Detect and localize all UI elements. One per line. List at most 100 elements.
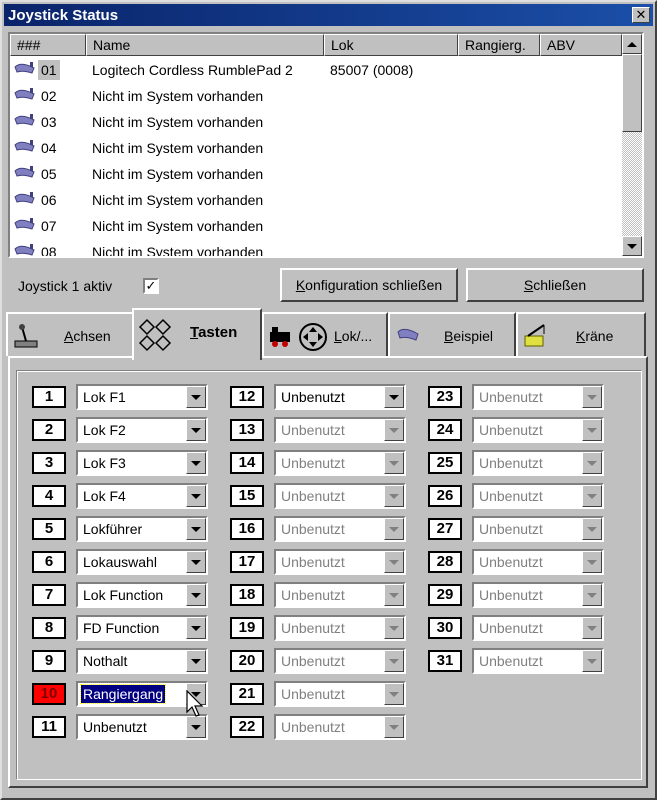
dropdown-button <box>384 716 404 738</box>
list-item[interactable]: 01 Logitech Cordless RumblePad 2 85007 (00… <box>10 56 622 82</box>
button-number-label: 11 <box>32 716 66 738</box>
chevron-down-icon <box>191 526 201 532</box>
button-number-label: 4 <box>32 485 66 507</box>
button-number-label: 27 <box>428 518 462 540</box>
button-action-select: Unbenutzt <box>274 417 406 443</box>
dropdown-button[interactable] <box>186 518 206 540</box>
button-action-select: Unbenutzt <box>274 549 406 575</box>
dropdown-button[interactable] <box>186 485 206 507</box>
tab-label-achsen: Achsen <box>64 328 111 344</box>
scroll-down-button[interactable] <box>622 236 642 256</box>
config-close-button[interactable]: Konfiguration schließen <box>280 268 458 302</box>
select-value: Nothalt <box>83 653 128 669</box>
button-action-select[interactable]: Lok F1 <box>76 384 208 410</box>
dropdown-button[interactable] <box>186 650 206 672</box>
list-item-number: 03 <box>41 114 57 130</box>
dropdown-button[interactable] <box>186 551 206 573</box>
chevron-down-icon <box>389 691 399 697</box>
arrow-up-icon <box>627 41 637 47</box>
button-number-label: 18 <box>230 584 264 606</box>
tab-kraene[interactable]: Kräne <box>516 312 646 356</box>
button-action-select: Unbenutzt <box>472 615 604 641</box>
joystick-axis-icon <box>14 324 38 348</box>
select-value: Unbenutzt <box>281 620 345 636</box>
joystick-icon <box>14 192 35 204</box>
list-item[interactable]: 03 Nicht im System vorhanden <box>10 108 622 134</box>
dropdown-button <box>384 485 404 507</box>
button-action-select: Unbenutzt <box>274 582 406 608</box>
button-action-select: Unbenutzt <box>274 714 406 740</box>
tab-achsen[interactable]: Achsen <box>6 312 134 356</box>
dropdown-button[interactable] <box>384 386 404 408</box>
select-value: Unbenutzt <box>281 488 345 504</box>
vertical-scrollbar[interactable] <box>622 34 642 256</box>
dropdown-button <box>582 452 602 474</box>
button-number-label: 14 <box>230 452 264 474</box>
column-header-number[interactable]: ### <box>10 34 86 56</box>
list-item-name: Nicht im System vorhanden <box>92 166 264 182</box>
select-value: Lok F1 <box>83 389 126 405</box>
dropdown-button[interactable] <box>186 386 206 408</box>
dropdown-button[interactable] <box>186 584 206 606</box>
button-action-select: Unbenutzt <box>472 483 604 509</box>
button-action-select: Unbenutzt <box>274 483 406 509</box>
button-action-select: Unbenutzt <box>274 615 406 641</box>
column-header-rangierg[interactable]: Rangierg. <box>458 34 540 56</box>
close-icon[interactable]: ✕ <box>632 7 650 23</box>
tab-beispiel[interactable]: Beispiel <box>388 312 516 356</box>
button-number-label: 30 <box>428 617 462 639</box>
list-item[interactable]: 05 Nicht im System vorhanden <box>10 160 622 186</box>
tab-lok[interactable]: Lok/... <box>262 312 388 356</box>
column-header-lok[interactable]: Lok <box>324 34 458 56</box>
tab-label-beispiel: Beispiel <box>444 328 494 344</box>
column-header-name[interactable]: Name <box>86 34 324 56</box>
tab-tasten[interactable]: Tasten <box>132 308 262 360</box>
select-value: Lok F4 <box>83 488 126 504</box>
chevron-down-icon <box>587 427 597 433</box>
joystick-list[interactable]: ### Name Lok Rangierg. ABV 01 Logitech Co… <box>8 32 644 258</box>
button-action-select[interactable]: Lokauswahl <box>76 549 208 575</box>
list-item[interactable]: 02 Nicht im System vorhanden <box>10 82 622 108</box>
select-value: Unbenutzt <box>479 653 543 669</box>
select-value: Lok Function <box>83 587 164 603</box>
button-action-select: Unbenutzt <box>274 648 406 674</box>
button-action-select[interactable]: Lokführer <box>76 516 208 542</box>
dropdown-button[interactable] <box>186 617 206 639</box>
chevron-down-icon <box>191 724 201 730</box>
button-action-select[interactable]: Lok F4 <box>76 483 208 509</box>
dropdown-button[interactable] <box>186 452 206 474</box>
button-action-select[interactable]: Nothalt <box>76 648 208 674</box>
chevron-down-icon <box>191 625 201 631</box>
chevron-down-icon <box>389 526 399 532</box>
dropdown-button <box>384 518 404 540</box>
list-item[interactable]: 07 Nicht im System vorhanden <box>10 212 622 238</box>
select-value: Unbenutzt <box>479 455 543 471</box>
joystick-active-checkbox[interactable]: ✓ <box>143 278 159 294</box>
dropdown-button[interactable] <box>186 419 206 441</box>
chevron-down-icon <box>587 625 597 631</box>
button-action-select[interactable]: Lok F3 <box>76 450 208 476</box>
scroll-up-button[interactable] <box>622 34 642 54</box>
button-action-select[interactable]: Unbenutzt <box>274 384 406 410</box>
button-number-label: 2 <box>32 419 66 441</box>
button-action-select[interactable]: Lok F2 <box>76 417 208 443</box>
close-button[interactable]: Schließen <box>466 268 644 302</box>
button-action-select[interactable]: Lok Function <box>76 582 208 608</box>
button-number-label: 25 <box>428 452 462 474</box>
column-header-abv[interactable]: ABV <box>540 34 622 56</box>
select-value: Lok F2 <box>83 422 126 438</box>
scroll-thumb[interactable] <box>622 54 642 132</box>
list-item-number: 01 <box>38 60 60 80</box>
chevron-down-icon <box>191 559 201 565</box>
dropdown-button[interactable] <box>186 716 206 738</box>
button-action-select[interactable]: FD Function <box>76 615 208 641</box>
dropdown-button <box>582 485 602 507</box>
list-item[interactable]: 08 Nicht im System vorhanden <box>10 238 622 256</box>
button-number-label: 16 <box>230 518 264 540</box>
list-item[interactable]: 04 Nicht im System vorhanden <box>10 134 622 160</box>
select-value: Unbenutzt <box>281 521 345 537</box>
list-item-number: 04 <box>41 140 57 156</box>
chevron-down-icon <box>587 394 597 400</box>
list-item[interactable]: 06 Nicht im System vorhanden <box>10 186 622 212</box>
button-number-label: 1 <box>32 386 66 408</box>
